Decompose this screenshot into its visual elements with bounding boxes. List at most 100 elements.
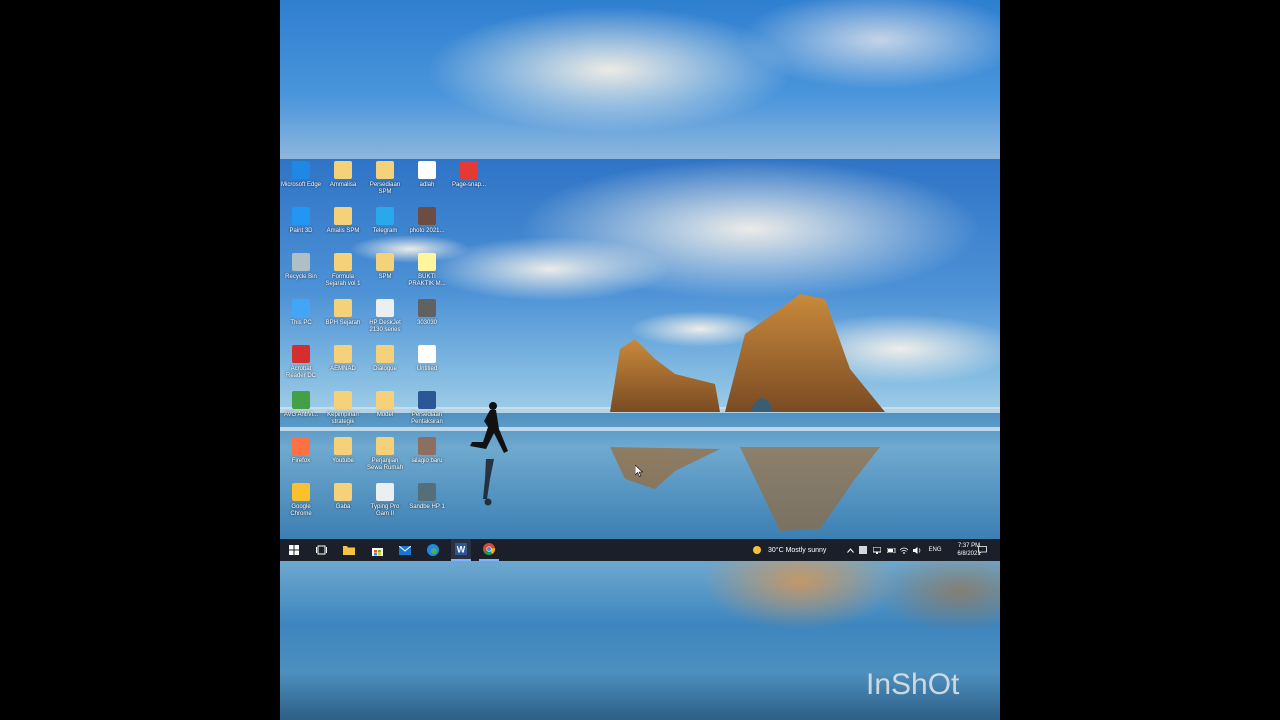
speaker-icon: [912, 546, 920, 554]
desktop-icon[interactable]: AVG AntiVi...: [280, 391, 322, 435]
desktop-icon[interactable]: Sandbe HP 1: [406, 483, 448, 527]
desktop-icon-label: Model: [376, 412, 394, 418]
desktop-icon[interactable]: Persediaan Pentaksiran: [406, 391, 448, 435]
desktop-icon[interactable]: Amalis SPM: [322, 207, 364, 251]
desktop-icon-label: Sandbe HP 1: [409, 504, 445, 510]
sun-icon: [753, 546, 761, 554]
desktop-icon[interactable]: Dialogue: [364, 345, 406, 389]
task-view-button[interactable]: [311, 539, 331, 561]
desktop-icon[interactable]: Untitled: [406, 345, 448, 389]
edge-icon: [427, 544, 439, 556]
desktop-icon-label: BUKTI PRAKTIK M...: [408, 274, 446, 287]
word-button[interactable]: W: [451, 539, 471, 561]
tray-app-button[interactable]: [858, 539, 868, 561]
desktop-icon[interactable]: Gaba: [322, 483, 364, 527]
desktop-icon-glyph-icon: [334, 483, 352, 501]
desktop-icon[interactable]: BUKTI PRAKTIK M...: [406, 253, 448, 297]
desktop-icon[interactable]: AEMNAD: [322, 345, 364, 389]
desktop-icon[interactable]: Ammalisa: [322, 161, 364, 205]
desktop-icon[interactable]: ialagio baru: [406, 437, 448, 481]
desktop-icon[interactable]: Typing Pro Gam II: [364, 483, 406, 527]
desktop-icon-glyph-icon: [376, 161, 394, 179]
desktop-icon-label: Typing Pro Gam II: [370, 504, 400, 517]
language-indicator[interactable]: ENG: [925, 539, 945, 561]
chrome-button[interactable]: [479, 539, 499, 561]
desktop-icon[interactable]: This PC: [280, 299, 322, 343]
battery-button[interactable]: [886, 539, 896, 561]
desktop-icon-glyph-icon: [418, 437, 436, 455]
desktop-icon-glyph-icon: [418, 207, 436, 225]
mail-button[interactable]: [395, 539, 415, 561]
desktop-icon-label: BPH Sejarah: [325, 320, 361, 326]
desktop-icons: Microsoft Edge Ammalisa Persediaan SPM adla…: [280, 159, 500, 539]
battery-icon: [886, 547, 895, 553]
weather-widget[interactable]: 30°C Mostly sunny: [752, 539, 842, 561]
file-explorer-button[interactable]: [339, 539, 359, 561]
desktop-icon-label: Persediaan Pentaksiran: [411, 412, 443, 425]
show-hidden-icons-button[interactable]: [846, 539, 854, 561]
desktop-icon-label: SPM: [378, 274, 392, 280]
blurred-background-bottom: InShOt: [280, 561, 1000, 720]
desktop-icon[interactable]: Microsoft Edge: [280, 161, 322, 205]
desktop-icon-label: Paint 3D: [289, 228, 313, 234]
blurred-background-top: [280, 0, 1000, 160]
desktop-icon[interactable]: Acrobat Reader DC: [280, 345, 322, 389]
desktop-icon[interactable]: Model: [364, 391, 406, 435]
desktop-icon-glyph-icon: [292, 253, 310, 271]
tray-monitor-button[interactable]: [872, 539, 882, 561]
desktop-icon[interactable]: SPM: [364, 253, 406, 297]
task-view-icon: [315, 545, 327, 555]
desktop-icon-label: Google Chrome: [290, 504, 312, 517]
desktop-icon[interactable]: Perjanjian Sewa Rumah: [364, 437, 406, 481]
desktop-icon[interactable]: BPH Sejarah: [322, 299, 364, 343]
desktop-icon-label: Persediaan SPM: [369, 182, 401, 195]
desktop-icon-glyph-icon: [292, 345, 310, 363]
desktop-icon-label: 303030: [416, 320, 438, 326]
edge-button[interactable]: [423, 539, 443, 561]
desktop-icon-label: Kepimpinan strategik: [327, 412, 359, 425]
desktop-icon-glyph-icon: [334, 207, 352, 225]
desktop-icon-label: AVG AntiVi...: [283, 412, 319, 418]
mouse-cursor-icon: [635, 465, 643, 477]
windows-desktop[interactable]: Microsoft Edge Ammalisa Persediaan SPM adla…: [280, 159, 1000, 539]
desktop-icon-label: Gaba: [335, 504, 351, 510]
desktop-icon[interactable]: Google Chrome: [280, 483, 322, 527]
desktop-icon-label: Ammalisa: [329, 182, 357, 188]
language-text: ENG: [928, 547, 942, 553]
desktop-icon[interactable]: Persediaan SPM: [364, 161, 406, 205]
tray-app-icon: [859, 546, 867, 554]
desktop-icon[interactable]: Paint 3D: [280, 207, 322, 251]
taskbar: W 30°C Mostly sunny ENG 7:37 PM 6/8/2021: [280, 539, 1000, 561]
desktop-icon-label: Amalis SPM: [326, 228, 360, 234]
desktop-icon-glyph-icon: [418, 345, 436, 363]
desktop-icon-glyph-icon: [292, 299, 310, 317]
start-button[interactable]: [284, 539, 304, 561]
desktop-icon-glyph-icon: [418, 253, 436, 271]
desktop-icon[interactable]: HP DeskJet 2130 series: [364, 299, 406, 343]
desktop-icon-label: Firefox: [291, 458, 311, 464]
desktop-icon-label: photo 2021...: [409, 228, 445, 234]
desktop-icon-label: Untitled: [416, 366, 438, 372]
desktop-icon[interactable]: Formula Sejarah vol 1: [322, 253, 364, 297]
desktop-icon[interactable]: Telegram: [364, 207, 406, 251]
desktop-icon-label: This PC: [290, 320, 312, 326]
chrome-icon: [483, 543, 495, 555]
desktop-icon[interactable]: Page-snap...: [448, 161, 490, 205]
desktop-icon-glyph-icon: [334, 253, 352, 271]
desktop-icon-glyph-icon: [292, 483, 310, 501]
desktop-icon[interactable]: adlah: [406, 161, 448, 205]
desktop-icon[interactable]: Recycle Bin: [280, 253, 322, 297]
word-icon: W: [455, 543, 467, 555]
svg-text:W: W: [457, 545, 466, 555]
desktop-icon[interactable]: 303030: [406, 299, 448, 343]
desktop-icon[interactable]: Firefox: [280, 437, 322, 481]
store-button[interactable]: [367, 539, 387, 561]
watermark-text: InShOt: [866, 668, 960, 701]
desktop-icon[interactable]: Youtube: [322, 437, 364, 481]
desktop-icon[interactable]: Kepimpinan strategik: [322, 391, 364, 435]
desktop-icon[interactable]: photo 2021...: [406, 207, 448, 251]
desktop-icon-glyph-icon: [418, 161, 436, 179]
action-center-button[interactable]: [975, 539, 989, 561]
network-button[interactable]: [899, 539, 909, 561]
volume-button[interactable]: [912, 539, 922, 561]
